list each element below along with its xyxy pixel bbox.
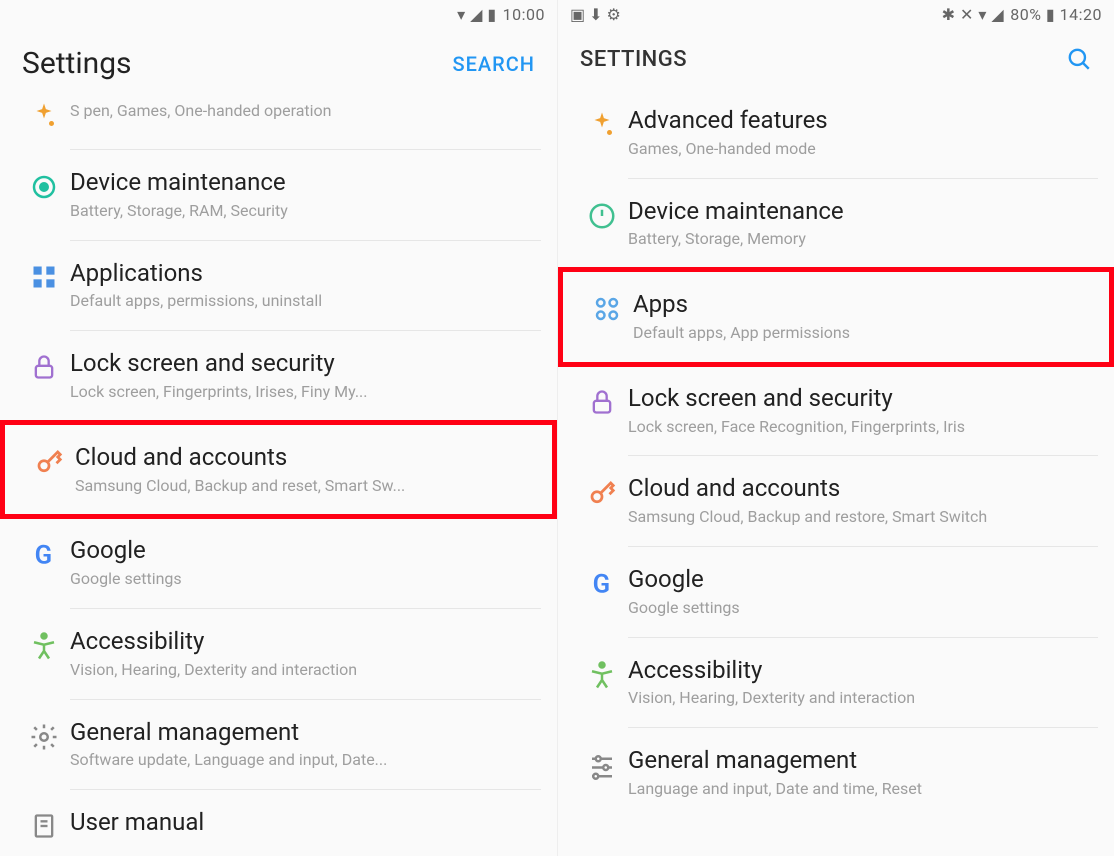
settings-item-accessibility[interactable]: Accessibility Vision, Hearing, Dexterity… [558, 638, 1114, 728]
lock-icon [576, 384, 628, 416]
item-subtitle: Vision, Hearing, Dexterity and interacti… [628, 688, 1098, 709]
settings-list-left: Advanced features S pen, Games, One-hand… [0, 97, 557, 856]
status-icons: ✱ ✕ ▾ ◢ [942, 5, 1005, 24]
settings-item-power[interactable]: Device maintenance Battery, Storage, Mem… [558, 179, 1114, 269]
settings-item-sliders[interactable]: General management Language and input, D… [558, 728, 1114, 818]
item-title: General management [70, 718, 541, 747]
signal-icons: ▾ ◢ ▮ [457, 5, 497, 24]
item-title: Lock screen and security [628, 384, 1098, 413]
item-subtitle: Games, One-handed mode [628, 139, 1098, 160]
settings-item-sparkle[interactable]: Advanced features Games, One-handed mode [558, 88, 1114, 178]
item-title: Google [628, 565, 1098, 594]
item-subtitle: Lock screen, Face Recognition, Fingerpri… [628, 417, 1098, 438]
item-subtitle: Lock screen, Fingerprints, Irises, Finy … [70, 382, 541, 403]
item-subtitle: Software update, Language and input, Dat… [70, 750, 541, 771]
google-icon: G [18, 536, 70, 568]
item-title: Accessibility [628, 656, 1098, 685]
item-subtitle: Google settings [628, 598, 1098, 619]
item-title: Accessibility [70, 627, 541, 656]
settings-item-google[interactable]: G Google Google settings [558, 547, 1114, 637]
gear-icon [18, 718, 70, 752]
lock-icon [18, 349, 70, 381]
phone-right: ▣ ⬇ ⚙ ✱ ✕ ▾ ◢ 80% ▮ 14:20 SETTINGS Advan… [557, 0, 1114, 856]
search-button[interactable]: SEARCH [452, 52, 535, 76]
accessibility-icon [576, 656, 628, 690]
item-title: Cloud and accounts [628, 474, 1098, 503]
item-subtitle: S pen, Games, One-handed operation [70, 101, 541, 122]
manual-icon [18, 808, 70, 840]
svg-text:G: G [593, 569, 611, 597]
settings-item-lock[interactable]: Lock screen and security Lock screen, Fa… [558, 366, 1114, 456]
settings-title: Settings [22, 46, 132, 81]
battery-clock: 80% ▮ 14:20 [1010, 5, 1102, 24]
settings-header: SETTINGS [558, 28, 1114, 88]
settings-header: Settings SEARCH [0, 28, 557, 97]
clock: 10:00 [503, 5, 545, 24]
sparkle-icon [576, 106, 628, 140]
settings-item-google[interactable]: G Google Google settings [0, 518, 557, 608]
target-icon [18, 168, 70, 202]
item-title: Google [70, 536, 541, 565]
item-subtitle: Samsung Cloud, Backup and restore, Smart… [628, 507, 1098, 528]
accessibility-icon [18, 627, 70, 661]
item-subtitle: Vision, Hearing, Dexterity and interacti… [70, 660, 541, 681]
item-subtitle: Samsung Cloud, Backup and reset, Smart S… [75, 476, 536, 497]
item-title: General management [628, 746, 1098, 775]
item-subtitle: Default apps, permissions, uninstall [70, 291, 541, 312]
sliders-icon [576, 746, 628, 780]
item-title: Device maintenance [70, 168, 541, 197]
status-bar: ▾ ◢ ▮ 10:00 [0, 0, 557, 28]
key-icon [23, 443, 75, 477]
item-subtitle: Default apps, App permissions [633, 323, 1093, 344]
sparkle-icon [18, 97, 70, 131]
item-title: Applications [70, 259, 541, 288]
status-bar: ▣ ⬇ ⚙ ✱ ✕ ▾ ◢ 80% ▮ 14:20 [558, 0, 1114, 28]
item-title: Apps [633, 290, 1093, 319]
notification-icons: ▣ ⬇ ⚙ [570, 5, 621, 24]
item-title: Lock screen and security [70, 349, 541, 378]
settings-title: SETTINGS [580, 47, 687, 72]
power-icon [576, 197, 628, 231]
settings-item-sparkle[interactable]: Advanced features S pen, Games, One-hand… [0, 97, 557, 149]
settings-list-right: Advanced features Games, One-handed mode… [558, 88, 1114, 856]
settings-item-apps[interactable]: Apps Default apps, App permissions [558, 267, 1114, 367]
search-icon[interactable] [1066, 46, 1092, 72]
item-title: User manual [70, 808, 541, 837]
item-title: Cloud and accounts [75, 443, 536, 472]
phone-left: ▾ ◢ ▮ 10:00 Settings SEARCH Advanced fea… [0, 0, 557, 856]
settings-item-lock[interactable]: Lock screen and security Lock screen, Fi… [0, 331, 557, 421]
settings-item-grid[interactable]: Applications Default apps, permissions, … [0, 241, 557, 331]
settings-item-gear[interactable]: General management Software update, Lang… [0, 700, 557, 790]
settings-item-key[interactable]: Cloud and accounts Samsung Cloud, Backup… [0, 420, 557, 520]
key-icon [576, 474, 628, 508]
svg-text:G: G [35, 541, 52, 569]
settings-item-key[interactable]: Cloud and accounts Samsung Cloud, Backup… [558, 456, 1114, 546]
item-subtitle: Battery, Storage, Memory [628, 229, 1098, 250]
google-icon: G [576, 565, 628, 597]
item-subtitle: Language and input, Date and time, Reset [628, 779, 1098, 800]
settings-item-target[interactable]: Device maintenance Battery, Storage, RAM… [0, 150, 557, 240]
settings-item-accessibility[interactable]: Accessibility Vision, Hearing, Dexterity… [0, 609, 557, 699]
item-subtitle: Google settings [70, 569, 541, 590]
item-subtitle: Battery, Storage, RAM, Security [70, 201, 541, 222]
item-title: Advanced features [628, 106, 1098, 135]
apps-icon [581, 290, 633, 324]
grid-icon [18, 259, 70, 291]
settings-item-manual[interactable]: User manual [0, 790, 557, 856]
item-title: Device maintenance [628, 197, 1098, 226]
